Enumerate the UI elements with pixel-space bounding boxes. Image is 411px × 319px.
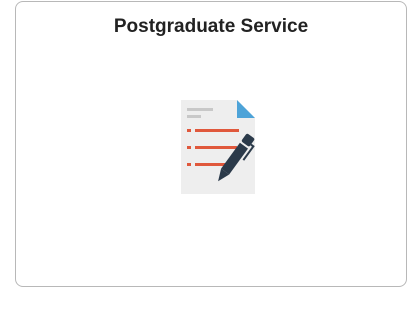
tile-title: Postgraduate Service bbox=[113, 16, 309, 37]
document-form-pen-icon bbox=[181, 100, 255, 194]
postgraduate-service-tile[interactable]: Postgraduate Service bbox=[15, 1, 407, 287]
